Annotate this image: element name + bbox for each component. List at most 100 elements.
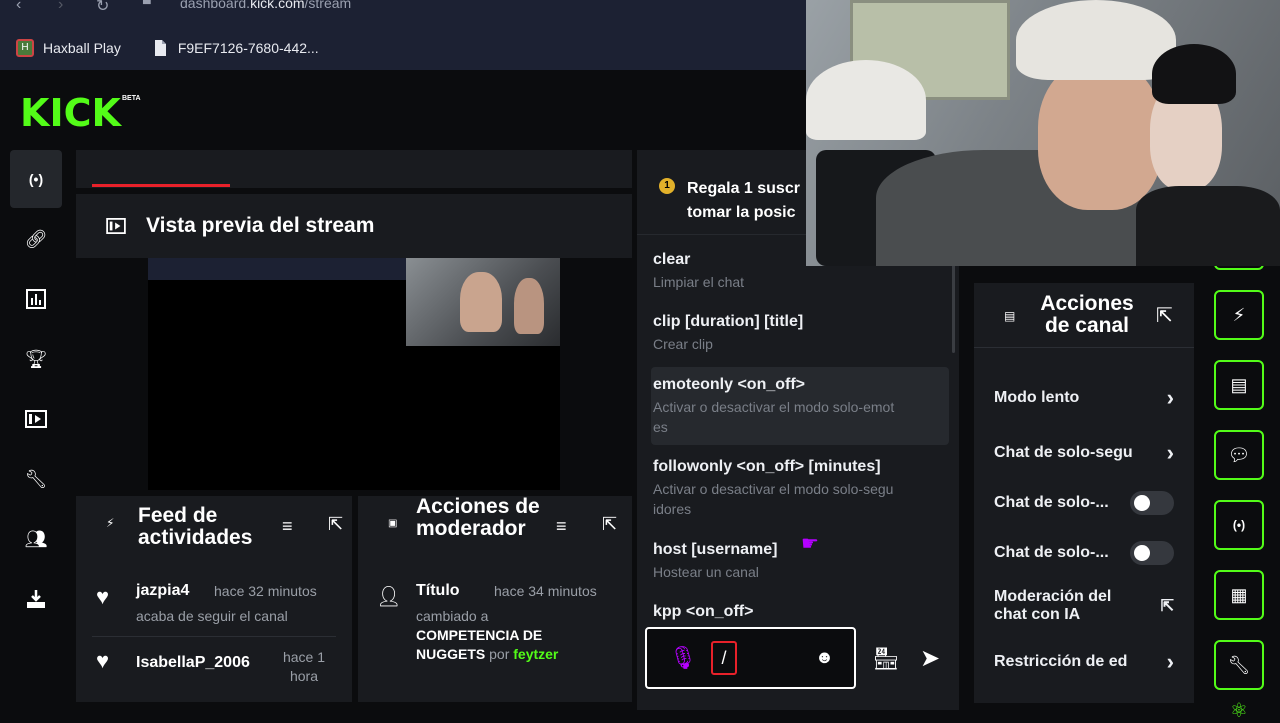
age-restriction-row[interactable]: Restricción de ed ›: [994, 649, 1174, 675]
video-icon: [106, 218, 126, 234]
preview-webcam: [406, 258, 560, 346]
users-icon: 👥︎: [24, 528, 48, 549]
chat-button[interactable]: 💬︎: [1214, 430, 1264, 480]
pinned-text-line1: Regala 1 suscr: [687, 180, 800, 197]
chart-icon: [26, 289, 46, 309]
moderator-item-value: COMPETENCIA DE NUGGETS por feytzer: [416, 627, 559, 662]
ai-moderation-row[interactable]: Moderación del chat con IA ⇱: [994, 588, 1174, 624]
filter-icon[interactable]: ≡: [556, 516, 567, 537]
activity-user[interactable]: IsabellaP_2006: [136, 654, 250, 672]
webcam-overlay: [806, 0, 1280, 266]
bookmarks-bar: H Haxball Play F9EF7126-7680-442...: [0, 28, 319, 68]
moderator-item-user[interactable]: feytzer: [513, 646, 558, 662]
sidebar-item-analytics[interactable]: [10, 270, 62, 328]
filter-icon[interactable]: ≡: [282, 516, 293, 537]
followers-chat-row[interactable]: Chat de solo-segu ›: [994, 440, 1174, 466]
activity-title: Feed de actividades: [138, 504, 253, 549]
site-info-icon[interactable]: ■: [142, 0, 152, 10]
slow-mode-row[interactable]: Modo lento ›: [994, 385, 1174, 411]
layout-button[interactable]: ▦: [1214, 570, 1264, 620]
top-strip: [76, 150, 632, 188]
notes-button[interactable]: ▤: [1214, 360, 1264, 410]
microphone-icon[interactable]: 🎙︎: [669, 645, 697, 671]
sidebar-item-community[interactable]: 👥︎: [10, 510, 62, 568]
chat-bubble-icon: 💬︎: [1227, 444, 1251, 465]
shield-icon: ▣: [388, 518, 398, 529]
person-right-body: [1136, 186, 1280, 266]
heart-icon: ♥: [96, 648, 110, 673]
sidebar-item-downloads[interactable]: [10, 570, 62, 628]
command-followonly[interactable]: followonly <on_off> [minutes] Activar o …: [653, 458, 949, 519]
stream-preview-panel: Vista previa del stream: [76, 194, 632, 258]
preview-title: Vista previa del stream: [146, 214, 375, 237]
wrench-icon: 🔧︎: [24, 468, 48, 489]
subs-chat-row[interactable]: Chat de solo-...: [994, 491, 1174, 515]
emotes-chat-toggle[interactable]: [1130, 541, 1174, 565]
reload-icon[interactable]: ↻: [96, 0, 109, 16]
emotes-chat-row[interactable]: Chat de solo-...: [994, 541, 1174, 565]
channel-actions-title: Acciones de canal: [1040, 292, 1134, 337]
back-icon[interactable]: ‹: [16, 0, 21, 14]
sidebar-item-videos[interactable]: [10, 390, 62, 448]
pinned-text-line2: tomar la posic: [687, 204, 796, 221]
preview-video[interactable]: [148, 258, 560, 490]
bookmark-haxball[interactable]: H Haxball Play: [16, 39, 121, 57]
download-icon: [27, 590, 45, 608]
haxball-icon: H: [16, 39, 34, 57]
heart-icon: ♥: [96, 584, 110, 609]
bookmark-label: F9EF7126-7680-442...: [177, 40, 319, 56]
bolt-icon: ⚡︎: [1232, 304, 1246, 325]
video-icon: [25, 410, 47, 428]
chat-input-field[interactable]: /: [711, 641, 737, 675]
divider: [92, 636, 336, 637]
commands-popup: clear Limpiar el chat clip [duration] [t…: [637, 234, 959, 620]
link-icon: 🔗︎: [24, 228, 48, 249]
divider: [974, 347, 1194, 348]
forward-icon[interactable]: ›: [58, 0, 63, 14]
sidebar-item-achievements[interactable]: 🏆︎: [10, 330, 62, 388]
moderator-item-time: hace 34 minutos: [494, 583, 597, 599]
moderator-title: Acciones de moderador: [416, 495, 540, 540]
sidebar-item-stream[interactable]: (•): [10, 150, 62, 208]
preview-browser-strip: [148, 258, 408, 280]
command-clip[interactable]: clip [duration] [title] Crear clip: [653, 313, 949, 354]
address-bar[interactable]: ‹ › ↻ ■ dashboard.kick.com/stream: [0, 0, 806, 16]
beta-badge: BETA: [122, 95, 141, 102]
chevron-right-icon: ›: [1166, 440, 1174, 465]
person-left-cap: [806, 60, 926, 140]
popout-icon[interactable]: ⇱: [602, 514, 617, 535]
quick-actions-button[interactable]: ⚡︎: [1214, 290, 1264, 340]
emoji-icon[interactable]: ☻: [815, 647, 834, 668]
sidebar-item-links[interactable]: 🔗︎: [10, 210, 62, 268]
progress-bar: [92, 184, 230, 187]
person-main-face: [1038, 60, 1162, 210]
activity-user[interactable]: jazpia4: [136, 582, 189, 600]
chevron-right-icon: ›: [1166, 649, 1174, 674]
notes-icon: ▤: [1230, 374, 1248, 395]
subs-chat-toggle[interactable]: [1130, 491, 1174, 515]
command-kpp[interactable]: kpp <on_off>: [653, 603, 949, 621]
channel-actions-panel: ▤ Acciones de canal ⇱ Modo lento › Chat d…: [974, 283, 1194, 703]
moderator-actions-panel: ▣ Acciones de moderador ≡ ⇱ 👤︎ Título ha…: [358, 496, 632, 702]
tools-button[interactable]: 🔧︎: [1214, 640, 1264, 690]
preview-header: Vista previa del stream: [106, 214, 374, 238]
mod-icon: ▤: [1004, 309, 1016, 323]
user-icon: 👤︎: [376, 586, 402, 608]
store-icon[interactable]: 🏪︎: [872, 646, 900, 672]
settings-icon[interactable]: ⚛︎: [1230, 698, 1248, 723]
preview-person: [460, 272, 502, 332]
popout-icon[interactable]: ⇱: [1156, 303, 1173, 328]
left-sidebar: (•) 🔗︎ 🏆︎ 🔧︎ 👥︎: [10, 150, 62, 630]
stream-button[interactable]: (•): [1214, 500, 1264, 550]
activity-time: hace 1 hora: [282, 649, 326, 684]
command-emoteonly[interactable]: emoteonly <on_off> Activar o desactivar …: [653, 376, 949, 437]
chat-input[interactable]: 🎙︎ / ☻: [645, 627, 856, 689]
moderator-item-label: Título: [416, 582, 460, 599]
bookmark-document[interactable]: F9EF7126-7680-442...: [151, 39, 319, 57]
sidebar-item-tools[interactable]: 🔧︎: [10, 450, 62, 508]
kick-logo[interactable]: KICK: [20, 94, 121, 132]
popout-icon[interactable]: ⇱: [328, 514, 343, 535]
activity-time: hace 32 minutos: [214, 583, 317, 599]
url-text[interactable]: dashboard.kick.com/stream: [180, 0, 351, 11]
send-icon[interactable]: ➤: [920, 644, 940, 673]
